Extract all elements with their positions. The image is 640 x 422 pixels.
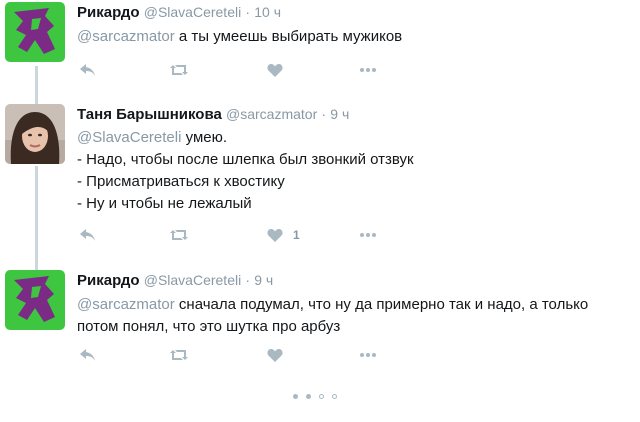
- retweet-button[interactable]: [169, 347, 189, 363]
- mention-link[interactable]: @sarcazmator: [77, 28, 175, 45]
- tweet-text: @sarcazmator сначала подумал, что ну да …: [77, 294, 636, 338]
- tweet-text: @sarcazmator а ты умеешь выбирать мужико…: [77, 26, 636, 48]
- reply-button[interactable]: [79, 347, 97, 363]
- reply-icon: [80, 349, 95, 361]
- woman-photo-icon: [5, 104, 65, 164]
- reply-icon: [80, 64, 95, 76]
- more-button[interactable]: [359, 227, 377, 243]
- heart-icon: [267, 64, 283, 77]
- tweet-line: - Надо, чтобы после шлепка был звонкий о…: [77, 151, 414, 168]
- avatar[interactable]: [5, 2, 65, 62]
- author-name[interactable]: Рикардо: [77, 4, 140, 21]
- more-icon: [360, 233, 376, 237]
- retweet-icon: [170, 65, 188, 75]
- tweet-line: сначала подумал, что ну да примерно так …: [178, 296, 589, 313]
- timestamp[interactable]: 9 ч: [254, 272, 273, 288]
- tweet-line: умею.: [185, 129, 228, 146]
- reply-button[interactable]: [79, 62, 97, 78]
- more-button[interactable]: [359, 347, 377, 363]
- avatar[interactable]: [5, 270, 65, 330]
- more-icon: [360, 353, 376, 357]
- tweet-text: @SlavaCereteli умею. - Надо, чтобы после…: [77, 127, 636, 215]
- like-button[interactable]: [267, 347, 293, 363]
- separator: ·: [245, 4, 251, 20]
- ricardo-logo-icon: [5, 2, 65, 62]
- thread-line: [35, 66, 38, 104]
- retweet-icon: [170, 230, 188, 240]
- tweet-header: Таня Барышникова @sarcazmator · 9 ч: [77, 104, 636, 125]
- author-name[interactable]: Рикардо: [77, 272, 140, 289]
- pager-dot[interactable]: [306, 394, 311, 399]
- pager-dot[interactable]: [332, 394, 337, 399]
- ricardo-logo-icon: [5, 270, 65, 330]
- more-button[interactable]: [359, 62, 377, 78]
- heart-icon: [267, 229, 283, 242]
- tweet-line: - Ну и чтобы не лежалый: [77, 195, 252, 212]
- pager-dot[interactable]: [319, 394, 324, 399]
- tweet-header: Рикардо @SlavaCereteli · 10 ч: [77, 2, 636, 23]
- thread-line: [35, 166, 38, 270]
- like-count: 1: [293, 228, 300, 242]
- mention-link[interactable]: @SlavaCereteli: [77, 129, 181, 146]
- author-handle[interactable]: @SlavaCereteli: [144, 4, 241, 20]
- heart-icon: [267, 349, 283, 362]
- tweet-line: - Присматриваться к хвостику: [77, 173, 285, 190]
- avatar[interactable]: [5, 104, 65, 164]
- tweet-line: а ты умеешь выбирать мужиков: [178, 28, 403, 45]
- retweet-button[interactable]: [169, 62, 189, 78]
- separator: ·: [245, 272, 251, 288]
- like-button[interactable]: [267, 62, 293, 78]
- author-handle[interactable]: @SlavaCereteli: [144, 272, 241, 288]
- reply-button[interactable]: [79, 227, 97, 243]
- timestamp[interactable]: 10 ч: [254, 4, 281, 20]
- author-name[interactable]: Таня Барышникова: [77, 106, 222, 123]
- more-icon: [360, 68, 376, 72]
- retweet-button[interactable]: [169, 227, 189, 243]
- reply-icon: [80, 229, 95, 241]
- tweet-header: Рикардо @SlavaCereteli · 9 ч: [77, 270, 636, 291]
- retweet-icon: [170, 350, 188, 360]
- mention-link[interactable]: @sarcazmator: [77, 296, 175, 313]
- separator: ·: [321, 106, 327, 122]
- tweet-line: потом понял, что это шутка про арбуз: [77, 318, 341, 335]
- pager-dot[interactable]: [293, 394, 298, 399]
- like-button[interactable]: 1: [267, 227, 300, 243]
- pagination-dots: [293, 394, 337, 399]
- author-handle[interactable]: @sarcazmator: [226, 106, 317, 122]
- timestamp[interactable]: 9 ч: [330, 106, 349, 122]
